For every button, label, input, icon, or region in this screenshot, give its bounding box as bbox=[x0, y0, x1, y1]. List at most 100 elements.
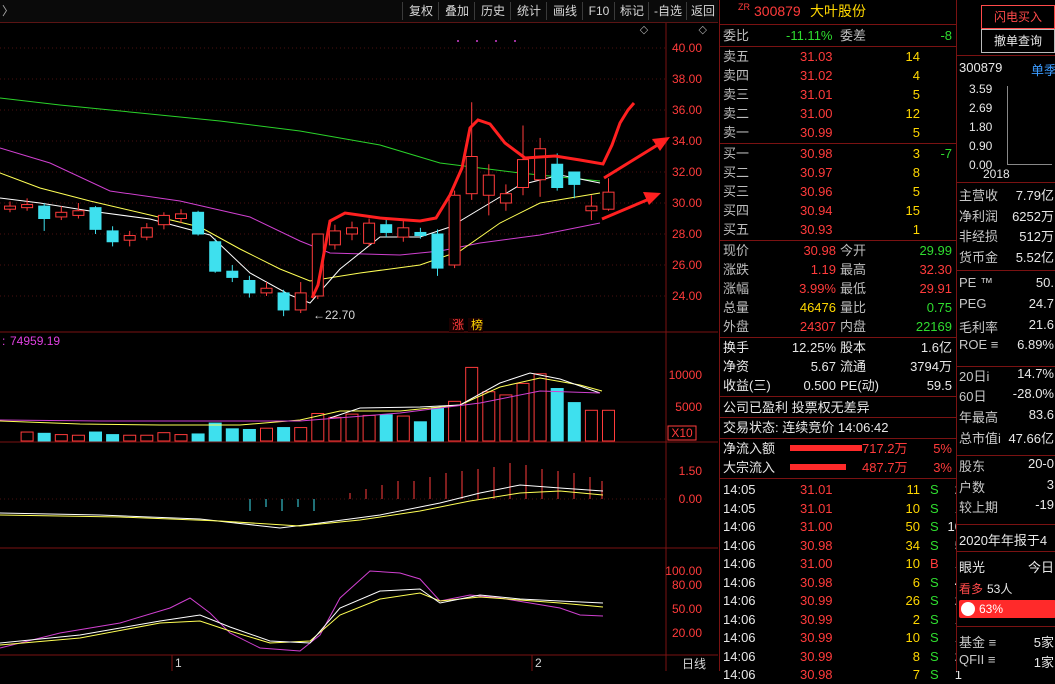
tick-price: 30.99 bbox=[800, 611, 833, 627]
volume-bar bbox=[277, 427, 291, 442]
flash-buy-button[interactable]: 闪电买入 bbox=[981, 5, 1055, 29]
candle-body bbox=[277, 292, 290, 311]
fund-label: PE(动) bbox=[840, 378, 880, 393]
kdj-k-line bbox=[0, 588, 604, 644]
nav-chevron-icon[interactable]: 〉 bbox=[2, 2, 14, 19]
marker-dot bbox=[476, 40, 478, 42]
separator bbox=[957, 524, 1055, 525]
volume-bar bbox=[602, 409, 615, 442]
separator bbox=[957, 55, 1055, 56]
toolbar-button[interactable]: 标记 bbox=[614, 2, 649, 20]
ask-label: 卖五 bbox=[723, 49, 750, 64]
report-date: 2020年年报于4 bbox=[959, 533, 1048, 548]
kdj-axis-label: 50.00 bbox=[672, 602, 702, 616]
fin-label: 主营收 bbox=[959, 188, 999, 203]
ask-row[interactable]: 卖二 31.00 12 bbox=[720, 104, 956, 123]
marker-dot bbox=[457, 40, 459, 42]
kdj-d-line bbox=[0, 592, 604, 646]
bid-row[interactable]: 买三 30.96 5 bbox=[720, 182, 956, 201]
arrow-head-icon bbox=[652, 137, 670, 151]
toolbar-button[interactable]: 返回 bbox=[686, 2, 719, 20]
toolbar-button[interactable]: 历史 bbox=[474, 2, 511, 20]
ask-volume: 5 bbox=[912, 125, 920, 140]
bid-label: 买五 bbox=[723, 222, 750, 237]
toolbar-button[interactable]: 画线 bbox=[546, 2, 583, 20]
period-label: 日线 bbox=[682, 657, 706, 671]
tick-volume: 10 bbox=[905, 630, 920, 645]
candle-body bbox=[4, 205, 16, 210]
ask-price: 30.99 bbox=[800, 125, 833, 140]
toolbar-button[interactable]: F10 bbox=[582, 2, 615, 20]
volume-bar bbox=[379, 414, 393, 442]
fin-label: 毛利率 bbox=[959, 319, 999, 335]
eps-axis-label: 1.80 bbox=[969, 120, 993, 134]
eps-axis-line bbox=[1007, 86, 1008, 164]
bid-price: 30.94 bbox=[800, 203, 833, 218]
separator bbox=[720, 24, 956, 25]
quote-row: 外盘 24307 内盘 22169 bbox=[720, 317, 956, 336]
tick-volume: 2 bbox=[912, 611, 920, 627]
bull-label: 看多 bbox=[959, 582, 984, 596]
candle-body bbox=[414, 231, 427, 237]
candle-body bbox=[123, 235, 136, 241]
candle-body bbox=[431, 233, 444, 269]
bid-row[interactable]: 买一 30.98 3 -7 bbox=[720, 144, 956, 163]
toolbar-button[interactable]: 复权 bbox=[402, 2, 439, 20]
candle-body bbox=[568, 171, 581, 185]
price-axis-label: 32.00 bbox=[672, 165, 702, 179]
tick-price: 30.99 bbox=[800, 648, 833, 664]
flow-bar bbox=[790, 464, 846, 470]
separator bbox=[957, 366, 1055, 367]
volume-axis-label: 5000 bbox=[675, 400, 702, 414]
ask-row[interactable]: 卖一 30.99 5 bbox=[720, 123, 956, 142]
tick-side: S bbox=[930, 593, 939, 608]
volume-bar bbox=[242, 428, 256, 442]
fin-value: 20-0 bbox=[1027, 456, 1054, 472]
candle-body bbox=[38, 205, 51, 220]
dea-line bbox=[0, 490, 604, 527]
fin-value: 7.79亿 bbox=[1015, 188, 1054, 203]
bid-label: 买一 bbox=[723, 146, 750, 161]
rank-tag: 榜 bbox=[471, 317, 483, 332]
volume-bar bbox=[174, 434, 188, 442]
candle-body bbox=[243, 280, 256, 294]
volume-bar bbox=[71, 434, 85, 442]
tick-price: 31.00 bbox=[800, 556, 833, 571]
fin-label: 较上期 bbox=[959, 500, 999, 516]
diff-label: 委差 bbox=[840, 28, 867, 43]
tick-side: S bbox=[930, 519, 939, 534]
volume-bar bbox=[567, 402, 581, 442]
ask-row[interactable]: 卖五 31.03 14 bbox=[720, 47, 956, 66]
kline-chart[interactable]: 40.00 38.00 36.00 34.00 32.00 30.00 28.00 26.00… bbox=[0, 23, 718, 671]
candle-body bbox=[106, 230, 119, 243]
candle-body bbox=[89, 207, 102, 230]
cancel-query-button[interactable]: 撤单查询 bbox=[981, 29, 1055, 53]
fin-value: 47.66亿 bbox=[1008, 430, 1054, 446]
tick-side: S bbox=[930, 500, 939, 516]
tick-side: S bbox=[930, 667, 939, 682]
toolbar-button[interactable]: 统计 bbox=[510, 2, 547, 20]
bid-row[interactable]: 买二 30.97 8 bbox=[720, 163, 956, 182]
volume-bar bbox=[362, 414, 376, 442]
tick-time: 14:06 bbox=[723, 611, 756, 627]
tick-row: 14:0531.0111S2 bbox=[720, 480, 962, 499]
period-mode-tab[interactable]: 单季 bbox=[1031, 60, 1055, 79]
fin-label: 净利润 bbox=[959, 208, 999, 224]
bull-count: 53人 bbox=[987, 582, 1013, 596]
tick-volume: 34 bbox=[905, 537, 920, 553]
toolbar-button[interactable]: 叠加 bbox=[438, 2, 475, 20]
bid-row[interactable]: 买五 30.93 1 bbox=[720, 220, 956, 239]
volume-bar bbox=[260, 427, 273, 442]
quote-value: 32.30 bbox=[919, 262, 952, 277]
tick-side: S bbox=[930, 630, 939, 645]
volume-bar bbox=[311, 412, 325, 442]
ask-row[interactable]: 卖四 31.02 4 bbox=[720, 66, 956, 85]
fin-value: 3 bbox=[1046, 476, 1054, 492]
toolbar-button[interactable]: -自选 bbox=[648, 2, 687, 20]
ask-row[interactable]: 卖三 31.01 5 bbox=[720, 85, 956, 104]
candle-body bbox=[482, 174, 495, 196]
bid-row[interactable]: 买四 30.94 15 bbox=[720, 201, 956, 220]
candle-body bbox=[363, 222, 376, 244]
bid-volume: 15 bbox=[905, 203, 920, 218]
settings-diamond-icon: ◇ bbox=[699, 24, 708, 36]
